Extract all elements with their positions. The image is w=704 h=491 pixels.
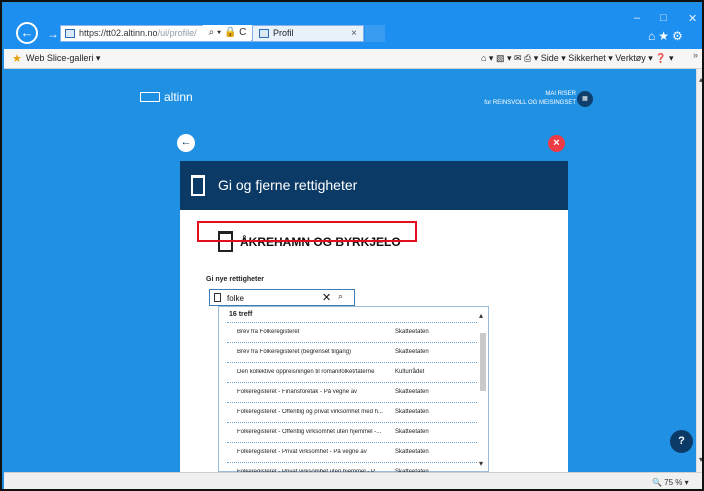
service-owner: Skatteetaten [395,409,429,415]
service-name: Den kollektive oppreisningen til romanif… [237,369,375,375]
window-maximize-button[interactable]: □ [660,12,667,24]
service-name: Folkeregisteret - Offentlig og privat vi… [237,409,383,415]
user-org[interactable]: for REINSVOLL OG MEISINGSET [474,100,576,106]
scrollbar-thumb[interactable] [480,333,486,391]
service-name: Folkeregisteret - Finansforetak - På veg… [237,389,358,395]
close-button[interactable]: × [548,135,565,152]
service-name: Folkeregisteret - Privat virksomhet - På… [237,449,367,455]
scroll-down-icon[interactable]: ▾ [479,459,483,468]
search-highlight-box [197,221,417,242]
address-url-main: https://tt02.altinn.no [79,28,158,38]
site-icon [65,29,75,38]
search-box[interactable]: ✕ ⌕ [209,289,355,306]
page-scrollbar[interactable]: ▴ ▾ [696,69,702,472]
address-url-rest: /ui/profile/ [157,28,197,38]
tab-profil[interactable]: Profil × [252,25,364,42]
service-owner: Skatteetaten [395,349,429,355]
list-item[interactable]: Brev fra Folkeregisteret (begrenset tilg… [227,342,477,362]
service-name: Brev fra Folkeregisteret [237,329,300,335]
panel-header: Gi og fjerne rettigheter [180,161,568,210]
results-count: 16 treff [229,311,253,318]
service-name: Folkeregisteret - Offentlig virksomhet u… [237,429,382,435]
zoom-level[interactable]: 🔍 75 % ▾ [652,478,689,487]
user-name[interactable]: MAI RISER [512,91,576,97]
browser-window: ← → https://tt02.altinn.no/ui/profile/ ⌕… [0,0,704,491]
back-button[interactable]: ← [177,134,195,152]
user-avatar[interactable]: ▦ [577,91,593,107]
service-owner: Skatteetaten [395,389,429,395]
web-slice-gallery[interactable]: Web Slice-galleri ▾ [26,53,100,64]
list-item[interactable]: Den kollektive oppreisningen til romanif… [227,362,477,382]
logo-text: altinn [164,90,193,104]
service-owner: Skatteetaten [395,329,429,335]
status-bar: 🔍 75 % ▾ [4,472,702,489]
browser-title-bar: ← → https://tt02.altinn.no/ui/profile/ ⌕… [4,4,702,49]
results-list: Brev fra Folkeregisteret Skatteetaten Bre… [227,322,477,482]
service-owner: Kulturrådet [395,369,425,375]
tab-close-icon[interactable]: × [351,26,357,41]
service-owner: Skatteetaten [395,429,429,435]
help-button[interactable]: ? [670,430,693,453]
scroll-up-icon[interactable]: ▴ [479,311,483,320]
altinn-logo-icon [140,92,160,102]
altinn-logo[interactable]: altinn [140,90,193,104]
search-icon[interactable]: ⌕ [338,291,343,302]
page-scroll-down-icon[interactable]: ▾ [697,455,702,464]
panel-title: Gi og fjerne rettigheter [218,177,358,193]
search-input[interactable] [227,292,307,304]
list-item[interactable]: Folkeregisteret - Finansforetak - På veg… [227,382,477,402]
window-close-button[interactable]: ✕ [688,12,697,25]
address-tools[interactable]: ⌕ ▾ 🔒 C [203,25,252,40]
command-bar-tools[interactable]: ⌂ ▾ ▧ ▾ ✉ ⎙ ▾ Side ▾ Sikkerhet ▾ Verktøy… [481,53,674,64]
search-results-dropdown[interactable]: 16 treff Brev fra Folkeregisteret Skattee… [218,306,489,475]
command-bar-chevron-icon[interactable]: » [693,50,698,60]
search-label: Gi nye rettigheter [206,276,264,283]
page-scroll-up-icon[interactable]: ▴ [697,75,702,84]
dropdown-scrollbar[interactable]: ▴ ▾ [479,311,487,468]
building-icon [191,175,205,196]
service-owner: Skatteetaten [395,449,429,455]
service-name: Brev fra Folkeregisteret (begrenset tilg… [237,349,352,355]
window-minimize-button[interactable]: – [634,12,640,24]
list-item[interactable]: Folkeregisteret - Offentlig virksomhet u… [227,422,477,442]
home-favorites-settings-icons[interactable]: ⌂★⚙ [648,29,686,43]
tab-site-icon [259,29,269,38]
browser-back-button[interactable]: ← [16,22,38,44]
clear-search-icon[interactable]: ✕ [322,291,331,304]
list-item[interactable]: Brev fra Folkeregisteret Skatteetaten [227,322,477,342]
command-bar: ★ Web Slice-galleri ▾ ⌂ ▾ ▧ ▾ ✉ ⎙ ▾ Side… [4,49,702,69]
new-tab-button[interactable] [365,25,385,42]
list-item[interactable]: Folkeregisteret - Offentlig og privat vi… [227,402,477,422]
document-icon [214,293,221,302]
tab-title: Profil [273,28,294,38]
list-item[interactable]: Folkeregisteret - Privat virksomhet - På… [227,442,477,462]
favorites-star-icon[interactable]: ★ [12,52,22,65]
